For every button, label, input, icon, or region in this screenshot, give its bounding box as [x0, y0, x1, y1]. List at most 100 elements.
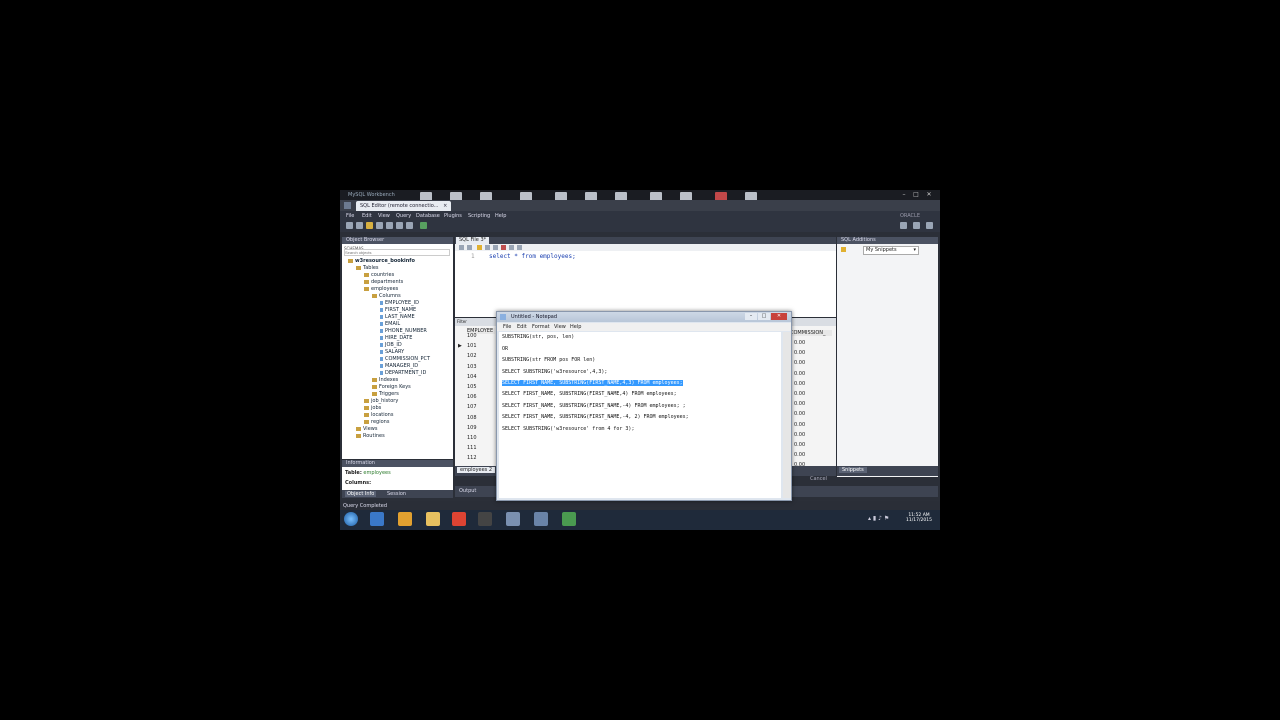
sql-editor-textarea[interactable]: 1 select * from employees;	[455, 251, 836, 317]
table-row[interactable]: 101	[467, 343, 477, 349]
app-icon[interactable]	[478, 512, 492, 526]
menu-plugins[interactable]: Plugins	[444, 213, 462, 219]
home-icon[interactable]	[344, 202, 351, 209]
notepad-menu-view[interactable]: View	[554, 324, 566, 330]
menu-edit[interactable]: Edit	[362, 213, 372, 219]
tree-node[interactable]: LAST_NAME	[380, 314, 415, 320]
layout-toggle-icon[interactable]	[913, 222, 920, 229]
table-cell[interactable]: 0.00	[794, 360, 805, 366]
execute-icon[interactable]	[477, 245, 482, 250]
table-cell[interactable]: 0.00	[794, 340, 805, 346]
table-cell[interactable]: 0.00	[794, 371, 805, 377]
save-icon[interactable]	[467, 245, 472, 250]
layout-toggle-icon[interactable]	[926, 222, 933, 229]
folder-icon[interactable]	[366, 222, 373, 229]
table-cell[interactable]: 0.00	[794, 401, 805, 407]
tab-session[interactable]: Session	[387, 491, 406, 497]
table-cell[interactable]: 0.00	[794, 381, 805, 387]
media-player-icon[interactable]	[398, 512, 412, 526]
table-cell[interactable]: 0.00	[794, 462, 805, 468]
menu-database[interactable]: Database	[416, 213, 440, 219]
save-icon[interactable]	[376, 222, 383, 229]
new-sql-icon[interactable]	[346, 222, 353, 229]
app-icon[interactable]	[506, 512, 520, 526]
open-icon[interactable]	[459, 245, 464, 250]
notepad-minimize-button[interactable]: –	[745, 313, 757, 320]
table-row[interactable]: 109	[467, 425, 477, 431]
chrome-icon[interactable]	[452, 512, 466, 526]
snippet-icon[interactable]	[841, 247, 846, 252]
tree-node[interactable]: DEPARTMENT_ID	[380, 370, 426, 376]
rollback-icon[interactable]	[517, 245, 522, 250]
tree-node[interactable]: PHONE_NUMBER	[380, 328, 427, 334]
app-icon[interactable]	[534, 512, 548, 526]
minimize-button[interactable]: –	[900, 191, 908, 198]
table-row[interactable]: 104	[467, 374, 477, 380]
tree-node[interactable]: HIRE_DATE	[380, 335, 412, 341]
tree-node[interactable]: Columns	[372, 293, 401, 299]
commit-icon[interactable]	[509, 245, 514, 250]
open-sql-icon[interactable]	[356, 222, 363, 229]
tree-node[interactable]: EMPLOYEE_ID	[380, 300, 419, 306]
tree-node[interactable]: employees	[364, 286, 398, 292]
table-icon[interactable]	[386, 222, 393, 229]
tree-node[interactable]: MANAGER_ID	[380, 363, 418, 369]
tree-node[interactable]: regions	[364, 419, 389, 425]
tab-object-info[interactable]: Object Info	[345, 491, 377, 497]
tree-node[interactable]: JOB_ID	[380, 342, 402, 348]
table-row[interactable]: 105	[467, 384, 477, 390]
table-cell[interactable]: 0.00	[794, 391, 805, 397]
close-button[interactable]: ✕	[925, 191, 933, 198]
tree-db-node[interactable]: w3resource_bookinfo	[348, 258, 415, 264]
tab-result-employees[interactable]: employees 2	[457, 467, 496, 473]
start-button-icon[interactable]	[344, 512, 358, 526]
tab-sql-editor[interactable]: SQL Editor (remote connectio... ×	[356, 201, 452, 211]
notepad-menu-help[interactable]: Help	[570, 324, 581, 330]
stop-icon[interactable]	[501, 245, 506, 250]
view-icon[interactable]	[396, 222, 403, 229]
table-row[interactable]: 106	[467, 394, 477, 400]
table-row[interactable]: 107	[467, 404, 477, 410]
tab-close-icon[interactable]: ×	[443, 203, 447, 209]
notepad-menu-edit[interactable]: Edit	[517, 324, 527, 330]
clock[interactable]: 11:52 AM 11/17/2015	[903, 513, 935, 523]
table-row[interactable]: 108	[467, 415, 477, 421]
tree-node[interactable]: Views	[356, 426, 377, 432]
search-objects-input[interactable]	[344, 249, 450, 256]
notepad-menu-file[interactable]: File	[503, 324, 511, 330]
tree-node[interactable]: Routines	[356, 433, 385, 439]
menu-query[interactable]: Query	[396, 213, 411, 219]
table-row[interactable]: 111	[467, 445, 477, 451]
notepad-scrollbar[interactable]	[783, 332, 791, 498]
tree-node[interactable]: job_history	[364, 398, 398, 404]
tree-node[interactable]: FIRST_NAME	[380, 307, 416, 313]
notepad-close-button[interactable]: ✕	[771, 313, 787, 320]
table-cell[interactable]: 0.00	[794, 442, 805, 448]
table-cell[interactable]: 0.00	[794, 422, 805, 428]
table-row[interactable]: 102	[467, 353, 477, 359]
menu-view[interactable]: View	[378, 213, 390, 219]
tree-node[interactable]: Indexes	[372, 377, 398, 383]
output-label[interactable]: Output	[459, 488, 476, 494]
file-explorer-icon[interactable]	[426, 512, 440, 526]
table-cell[interactable]: 0.00	[794, 452, 805, 458]
tree-node[interactable]: EMAIL	[380, 321, 400, 327]
tab-snippets[interactable]: Snippets	[839, 467, 867, 473]
snippets-dropdown[interactable]: My Snippets ▾	[863, 246, 919, 255]
menu-scripting[interactable]: Scripting	[468, 213, 490, 219]
menu-file[interactable]: File	[346, 213, 354, 219]
cancel-button[interactable]: Cancel	[810, 476, 827, 482]
menu-help[interactable]: Help	[495, 213, 506, 219]
notepad-text-area[interactable]: SUBSTRING(str, pos, len) OR SUBSTRING(str …	[499, 332, 781, 498]
connect-icon[interactable]	[420, 222, 427, 229]
table-row[interactable]: 112	[467, 455, 477, 461]
notepad-menu-format[interactable]: Format	[532, 324, 550, 330]
execute-current-icon[interactable]	[485, 245, 490, 250]
layout-toggle-icon[interactable]	[900, 222, 907, 229]
table-cell[interactable]: 0.00	[794, 432, 805, 438]
table-cell[interactable]: 0.00	[794, 411, 805, 417]
grid-header-commission[interactable]: COMMISSION_	[790, 330, 832, 336]
table-row[interactable]: 103	[467, 364, 477, 370]
tree-node[interactable]: locations	[364, 412, 393, 418]
tree-node[interactable]: Foreign Keys	[372, 384, 411, 390]
